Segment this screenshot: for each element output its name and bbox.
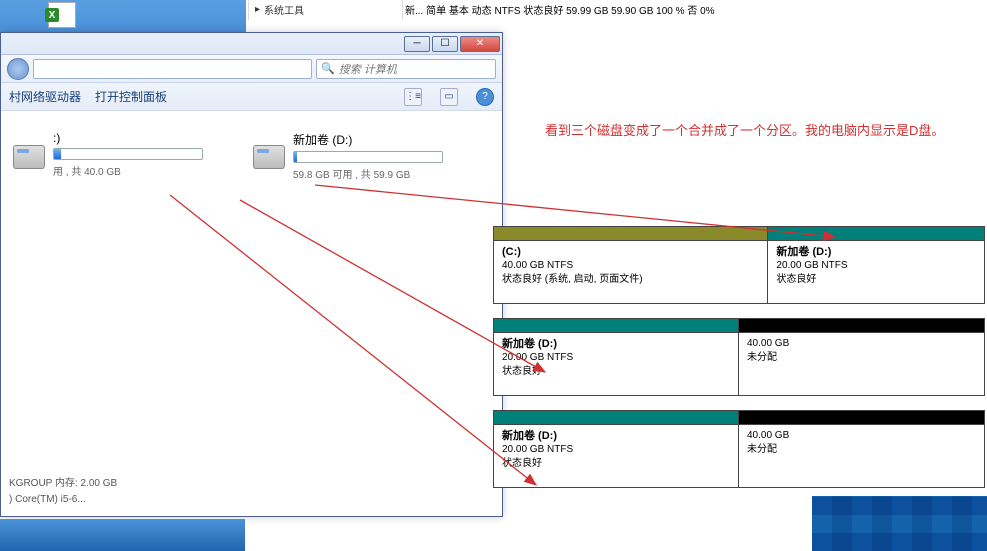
disk-table-fragment: 新... 简单 基本 动态 NTFS 状态良好 59.99 GB 59.90 G…	[0, 0, 987, 18]
view-options-icon[interactable]: ⋮≡	[404, 88, 422, 106]
minimize-button[interactable]: ─	[404, 36, 430, 52]
drive-free-text: 用 , 共 40.0 GB	[53, 163, 203, 178]
search-icon: 🔍	[321, 62, 335, 75]
address-bar: 🔍 搜索 计算机	[1, 55, 502, 83]
drive-name: :)	[53, 131, 203, 145]
disk-management-graphic: (C:) 40.00 GB NTFS 状态良好 (系统, 启动, 页面文件) 新…	[493, 226, 985, 502]
partition-body: 40.00 GB 未分配	[739, 425, 984, 487]
partition[interactable]: 40.00 GB 未分配	[739, 319, 984, 395]
drive-free-text: 59.8 GB 可用 , 共 59.9 GB	[293, 166, 443, 181]
preview-pane-icon[interactable]: ▭	[440, 88, 458, 106]
partition-header	[494, 319, 738, 333]
explorer-content: :) 用 , 共 40.0 GB 新加卷 (D:) 59.8 GB 可用 , 共…	[1, 111, 502, 494]
window-titlebar[interactable]: ─ ☐ ✕	[1, 33, 502, 55]
back-button[interactable]	[7, 58, 29, 80]
annotation-text: 看到三个磁盘变成了一个合并成了一个分区。我的电脑内显示是D盘。	[545, 120, 944, 139]
drive-usage-bar	[293, 151, 443, 163]
blurred-region	[812, 496, 987, 551]
partition-header	[494, 411, 738, 425]
close-button[interactable]: ✕	[460, 36, 500, 52]
maximize-button[interactable]: ☐	[432, 36, 458, 52]
partition[interactable]: 新加卷 (D:) 20.00 GB NTFS 状态良好	[494, 319, 739, 395]
partition-header	[768, 227, 984, 241]
disk-block[interactable]: (C:) 40.00 GB NTFS 状态良好 (系统, 启动, 页面文件) 新…	[493, 226, 985, 304]
drive-icon	[253, 145, 285, 169]
explorer-toolbar: 村网络驱动器 打开控制面板 ⋮≡ ▭ ?	[1, 83, 502, 111]
partition-body: (C:) 40.00 GB NTFS 状态良好 (系统, 启动, 页面文件)	[494, 241, 767, 303]
address-input[interactable]	[33, 59, 312, 79]
partition-body: 40.00 GB 未分配	[739, 333, 984, 395]
open-control-panel-link[interactable]: 打开控制面板	[95, 88, 167, 105]
search-input[interactable]: 🔍 搜索 计算机	[316, 59, 496, 79]
partition-body: 新加卷 (D:) 20.00 GB NTFS 状态良好	[494, 333, 738, 395]
partition-header	[494, 227, 767, 241]
partition[interactable]: 新加卷 (D:) 20.00 GB NTFS 状态良好	[768, 227, 984, 303]
status-footer: KGROUP 内存: 2.00 GB ) Core(TM) i5-6...	[9, 476, 117, 508]
explorer-window: ─ ☐ ✕ 🔍 搜索 计算机 村网络驱动器 打开控制面板 ⋮≡ ▭ ? :) 用…	[0, 32, 503, 517]
drive-item[interactable]: :) 用 , 共 40.0 GB	[13, 131, 213, 181]
partition[interactable]: 40.00 GB 未分配	[739, 411, 984, 487]
drive-name: 新加卷 (D:)	[293, 131, 443, 148]
drives-list: :) 用 , 共 40.0 GB 新加卷 (D:) 59.8 GB 可用 , 共…	[13, 131, 490, 181]
partition-body: 新加卷 (D:) 20.00 GB NTFS 状态良好	[494, 425, 738, 487]
help-icon[interactable]: ?	[476, 88, 494, 106]
disk-block[interactable]: 新加卷 (D:) 20.00 GB NTFS 状态良好 40.00 GB 未分配	[493, 318, 985, 396]
partition-header	[739, 411, 984, 425]
taskbar-fragment[interactable]	[0, 519, 245, 551]
partition-body: 新加卷 (D:) 20.00 GB NTFS 状态良好	[768, 241, 984, 303]
drive-icon	[13, 145, 45, 169]
map-network-drive-link[interactable]: 村网络驱动器	[9, 88, 81, 105]
partition-header	[739, 319, 984, 333]
disk-table-row: 新... 简单 基本 动态 NTFS 状态良好 59.99 GB 59.90 G…	[405, 2, 985, 17]
disk-block[interactable]: 新加卷 (D:) 20.00 GB NTFS 状态良好 40.00 GB 未分配	[493, 410, 985, 488]
partition[interactable]: (C:) 40.00 GB NTFS 状态良好 (系统, 启动, 页面文件)	[494, 227, 768, 303]
partition[interactable]: 新加卷 (D:) 20.00 GB NTFS 状态良好	[494, 411, 739, 487]
drive-usage-bar	[53, 148, 203, 160]
drive-item[interactable]: 新加卷 (D:) 59.8 GB 可用 , 共 59.9 GB	[253, 131, 453, 181]
